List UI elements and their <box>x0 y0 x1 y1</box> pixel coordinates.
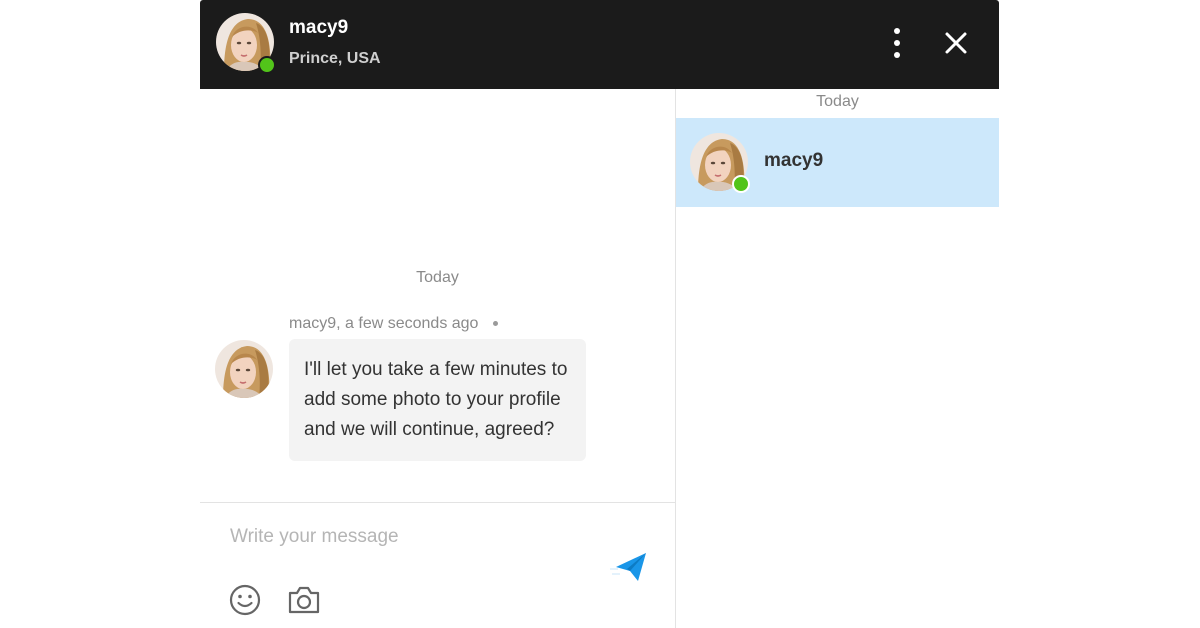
message-input[interactable] <box>220 521 600 553</box>
more-vertical-icon <box>894 28 900 34</box>
message-author: macy9, <box>289 315 341 332</box>
avatar <box>690 133 750 193</box>
camera-icon <box>288 586 320 614</box>
conversation-name: macy9 <box>764 150 824 171</box>
close-icon <box>945 32 967 54</box>
send-icon <box>610 553 646 581</box>
more-options-button[interactable] <box>884 26 910 60</box>
composer-divider <box>200 502 675 503</box>
emoji-button[interactable] <box>228 583 262 617</box>
send-button[interactable] <box>610 549 650 585</box>
message-meta: macy9, a few seconds ago <box>289 315 498 333</box>
contact-name[interactable]: macy9 <box>289 17 348 39</box>
conversation-list: Today macy9 <box>676 89 999 628</box>
date-separator: Today <box>416 269 459 286</box>
message-bubble: I'll let you take a few minutes to add s… <box>289 339 586 461</box>
message-status-dot <box>492 321 498 327</box>
message-avatar[interactable] <box>215 340 273 398</box>
avatar-photo <box>215 340 273 398</box>
more-vertical-icon-dot <box>894 52 900 58</box>
chat-window: macy9 Prince, USA Today macy9, a few sec… <box>200 0 999 628</box>
emoji-icon <box>229 584 261 616</box>
chat-header: macy9 Prince, USA <box>200 0 999 89</box>
more-vertical-icon-dot <box>894 40 900 46</box>
conversation-item[interactable]: macy9 <box>676 118 999 207</box>
online-status-indicator <box>732 175 750 193</box>
date-separator: Today <box>816 93 859 110</box>
close-button[interactable] <box>942 29 970 57</box>
online-status-indicator <box>258 56 276 74</box>
message-time: a few seconds ago <box>345 315 479 332</box>
camera-button[interactable] <box>286 583 322 617</box>
avatar[interactable] <box>216 13 276 74</box>
message-pane: Today macy9, a few seconds ago I'll let … <box>200 89 676 628</box>
contact-location: Prince, USA <box>289 50 381 67</box>
